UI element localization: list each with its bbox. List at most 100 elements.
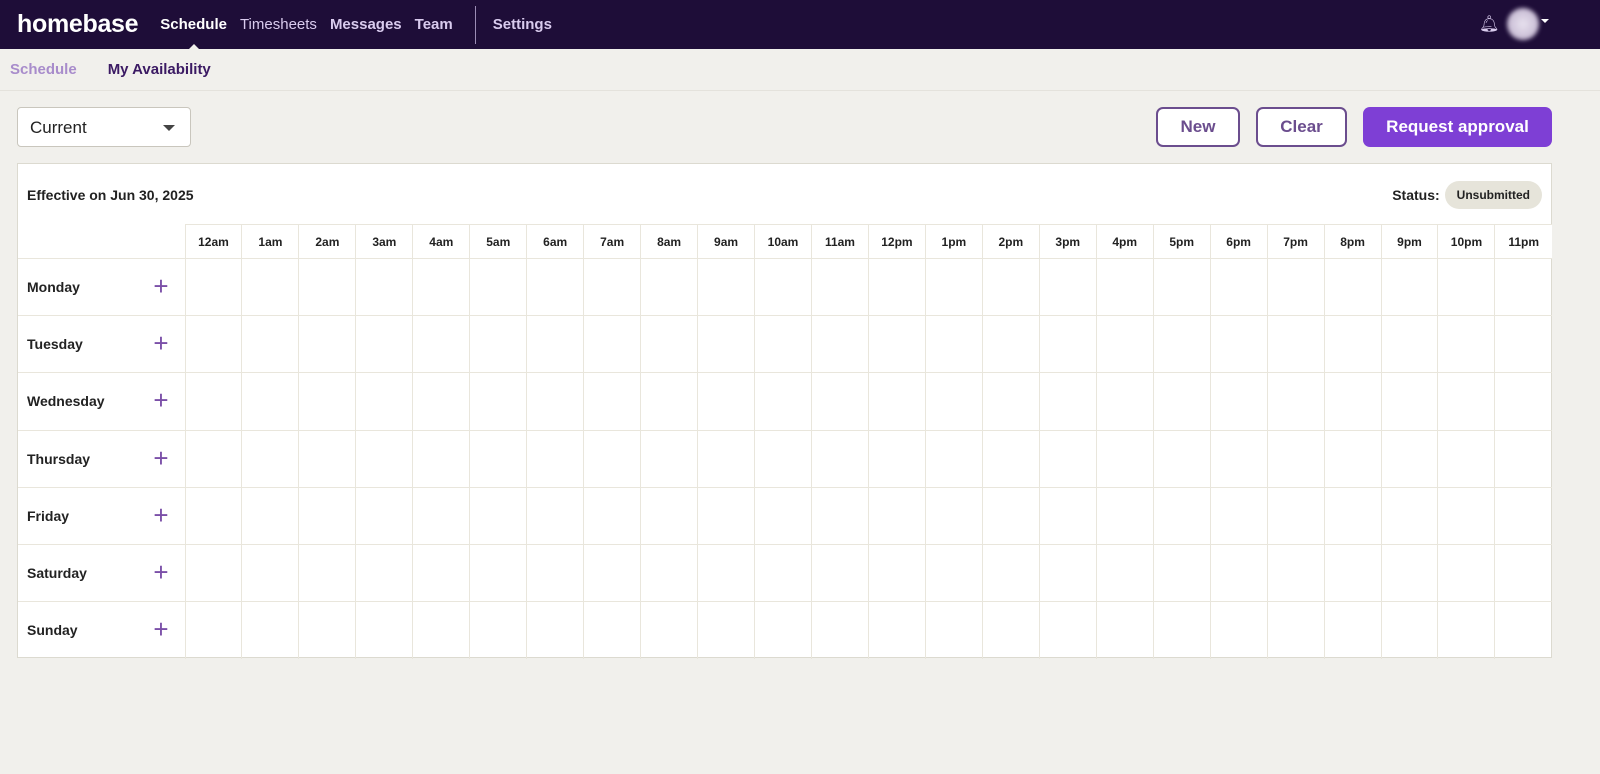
time-slot-cell[interactable] [810,486,869,545]
time-slot-cell[interactable] [924,429,983,488]
time-slot-cell[interactable] [1152,315,1211,374]
time-slot-cell[interactable] [1095,315,1154,374]
time-slot-cell[interactable] [1323,429,1382,488]
availability-version-select[interactable]: Current [17,107,191,147]
time-slot-cell[interactable] [924,315,983,374]
time-slot-cell[interactable] [981,315,1040,374]
time-slot-cell[interactable] [469,429,528,488]
time-slot-cell[interactable] [469,315,528,374]
time-slot-cell[interactable] [1209,315,1268,374]
time-slot-cell[interactable] [810,543,869,603]
time-slot-cell[interactable] [241,543,300,603]
time-slot-cell[interactable] [1209,486,1268,545]
nav-settings[interactable]: Settings [493,16,552,33]
time-slot-cell[interactable] [981,257,1040,317]
time-slot-cell[interactable] [298,601,357,659]
time-slot-cell[interactable] [867,486,926,545]
time-slot-cell[interactable] [810,257,869,317]
time-slot-cell[interactable] [1380,543,1439,603]
time-slot-cell[interactable] [583,601,642,659]
time-slot-cell[interactable] [469,486,528,545]
time-slot-cell[interactable] [754,543,812,603]
time-slot-cell[interactable] [469,601,528,659]
time-slot-cell[interactable] [1266,486,1325,545]
time-slot-cell[interactable] [241,429,300,488]
time-slot-cell[interactable] [1038,315,1097,374]
time-slot-cell[interactable] [1380,486,1439,545]
time-slot-cell[interactable] [1152,257,1211,317]
time-slot-cell[interactable] [1095,601,1154,659]
time-slot-cell[interactable] [526,372,585,431]
time-slot-cell[interactable] [1266,601,1325,659]
time-slot-cell[interactable] [412,429,471,488]
time-slot-cell[interactable] [1152,429,1211,488]
time-slot-cell[interactable] [526,257,585,317]
time-slot-cell[interactable] [412,257,471,317]
time-slot-cell[interactable] [1323,543,1382,603]
time-slot-cell[interactable] [640,429,699,488]
time-slot-cell[interactable] [981,543,1040,603]
time-slot-cell[interactable] [1209,601,1268,659]
time-slot-cell[interactable] [1266,372,1325,431]
time-slot-cell[interactable] [867,257,926,317]
add-availability-plus-icon[interactable]: + [153,559,168,585]
add-availability-plus-icon[interactable]: + [153,616,168,642]
logo[interactable]: homebase [17,10,139,39]
time-slot-cell[interactable] [1494,257,1552,317]
time-slot-cell[interactable] [1380,601,1439,659]
time-slot-cell[interactable] [1437,372,1496,431]
time-slot-cell[interactable] [583,372,642,431]
time-slot-cell[interactable] [1209,543,1268,603]
time-slot-cell[interactable] [810,601,869,659]
time-slot-cell[interactable] [1323,601,1382,659]
time-slot-cell[interactable] [1266,429,1325,488]
time-slot-cell[interactable] [924,372,983,431]
time-slot-cell[interactable] [1266,257,1325,317]
time-slot-cell[interactable] [754,601,812,659]
subnav-my-availability[interactable]: My Availability [108,61,211,78]
time-slot-cell[interactable] [1209,257,1268,317]
time-slot-cell[interactable] [526,315,585,374]
time-slot-cell[interactable] [1323,315,1382,374]
time-slot-cell[interactable] [1494,429,1552,488]
add-availability-plus-icon[interactable]: + [153,445,168,471]
time-slot-cell[interactable] [298,543,357,603]
time-slot-cell[interactable] [1380,315,1439,374]
time-slot-cell[interactable] [867,601,926,659]
time-slot-cell[interactable] [1209,429,1268,488]
time-slot-cell[interactable] [697,372,756,431]
time-slot-cell[interactable] [241,486,300,545]
time-slot-cell[interactable] [1038,543,1097,603]
time-slot-cell[interactable] [241,372,300,431]
time-slot-cell[interactable] [298,257,357,317]
request-approval-button[interactable]: Request approval [1363,107,1552,147]
time-slot-cell[interactable] [981,601,1040,659]
time-slot-cell[interactable] [640,257,699,317]
time-slot-cell[interactable] [1323,486,1382,545]
time-slot-cell[interactable] [184,543,243,603]
time-slot-cell[interactable] [1038,372,1097,431]
add-availability-plus-icon[interactable]: + [153,502,168,528]
time-slot-cell[interactable] [867,429,926,488]
time-slot-cell[interactable] [924,486,983,545]
avatar[interactable] [1507,8,1539,40]
nav-timesheets[interactable]: Timesheets [240,16,317,33]
time-slot-cell[interactable] [412,543,471,603]
time-slot-cell[interactable] [184,257,243,317]
time-slot-cell[interactable] [355,601,414,659]
time-slot-cell[interactable] [1152,486,1211,545]
time-slot-cell[interactable] [640,543,699,603]
time-slot-cell[interactable] [412,372,471,431]
time-slot-cell[interactable] [526,486,585,545]
time-slot-cell[interactable] [754,486,812,545]
time-slot-cell[interactable] [1437,257,1496,317]
time-slot-cell[interactable] [526,543,585,603]
time-slot-cell[interactable] [1437,315,1496,374]
time-slot-cell[interactable] [754,257,812,317]
time-slot-cell[interactable] [1494,372,1552,431]
time-slot-cell[interactable] [1266,543,1325,603]
time-slot-cell[interactable] [298,486,357,545]
time-slot-cell[interactable] [298,315,357,374]
time-slot-cell[interactable] [412,486,471,545]
time-slot-cell[interactable] [754,429,812,488]
